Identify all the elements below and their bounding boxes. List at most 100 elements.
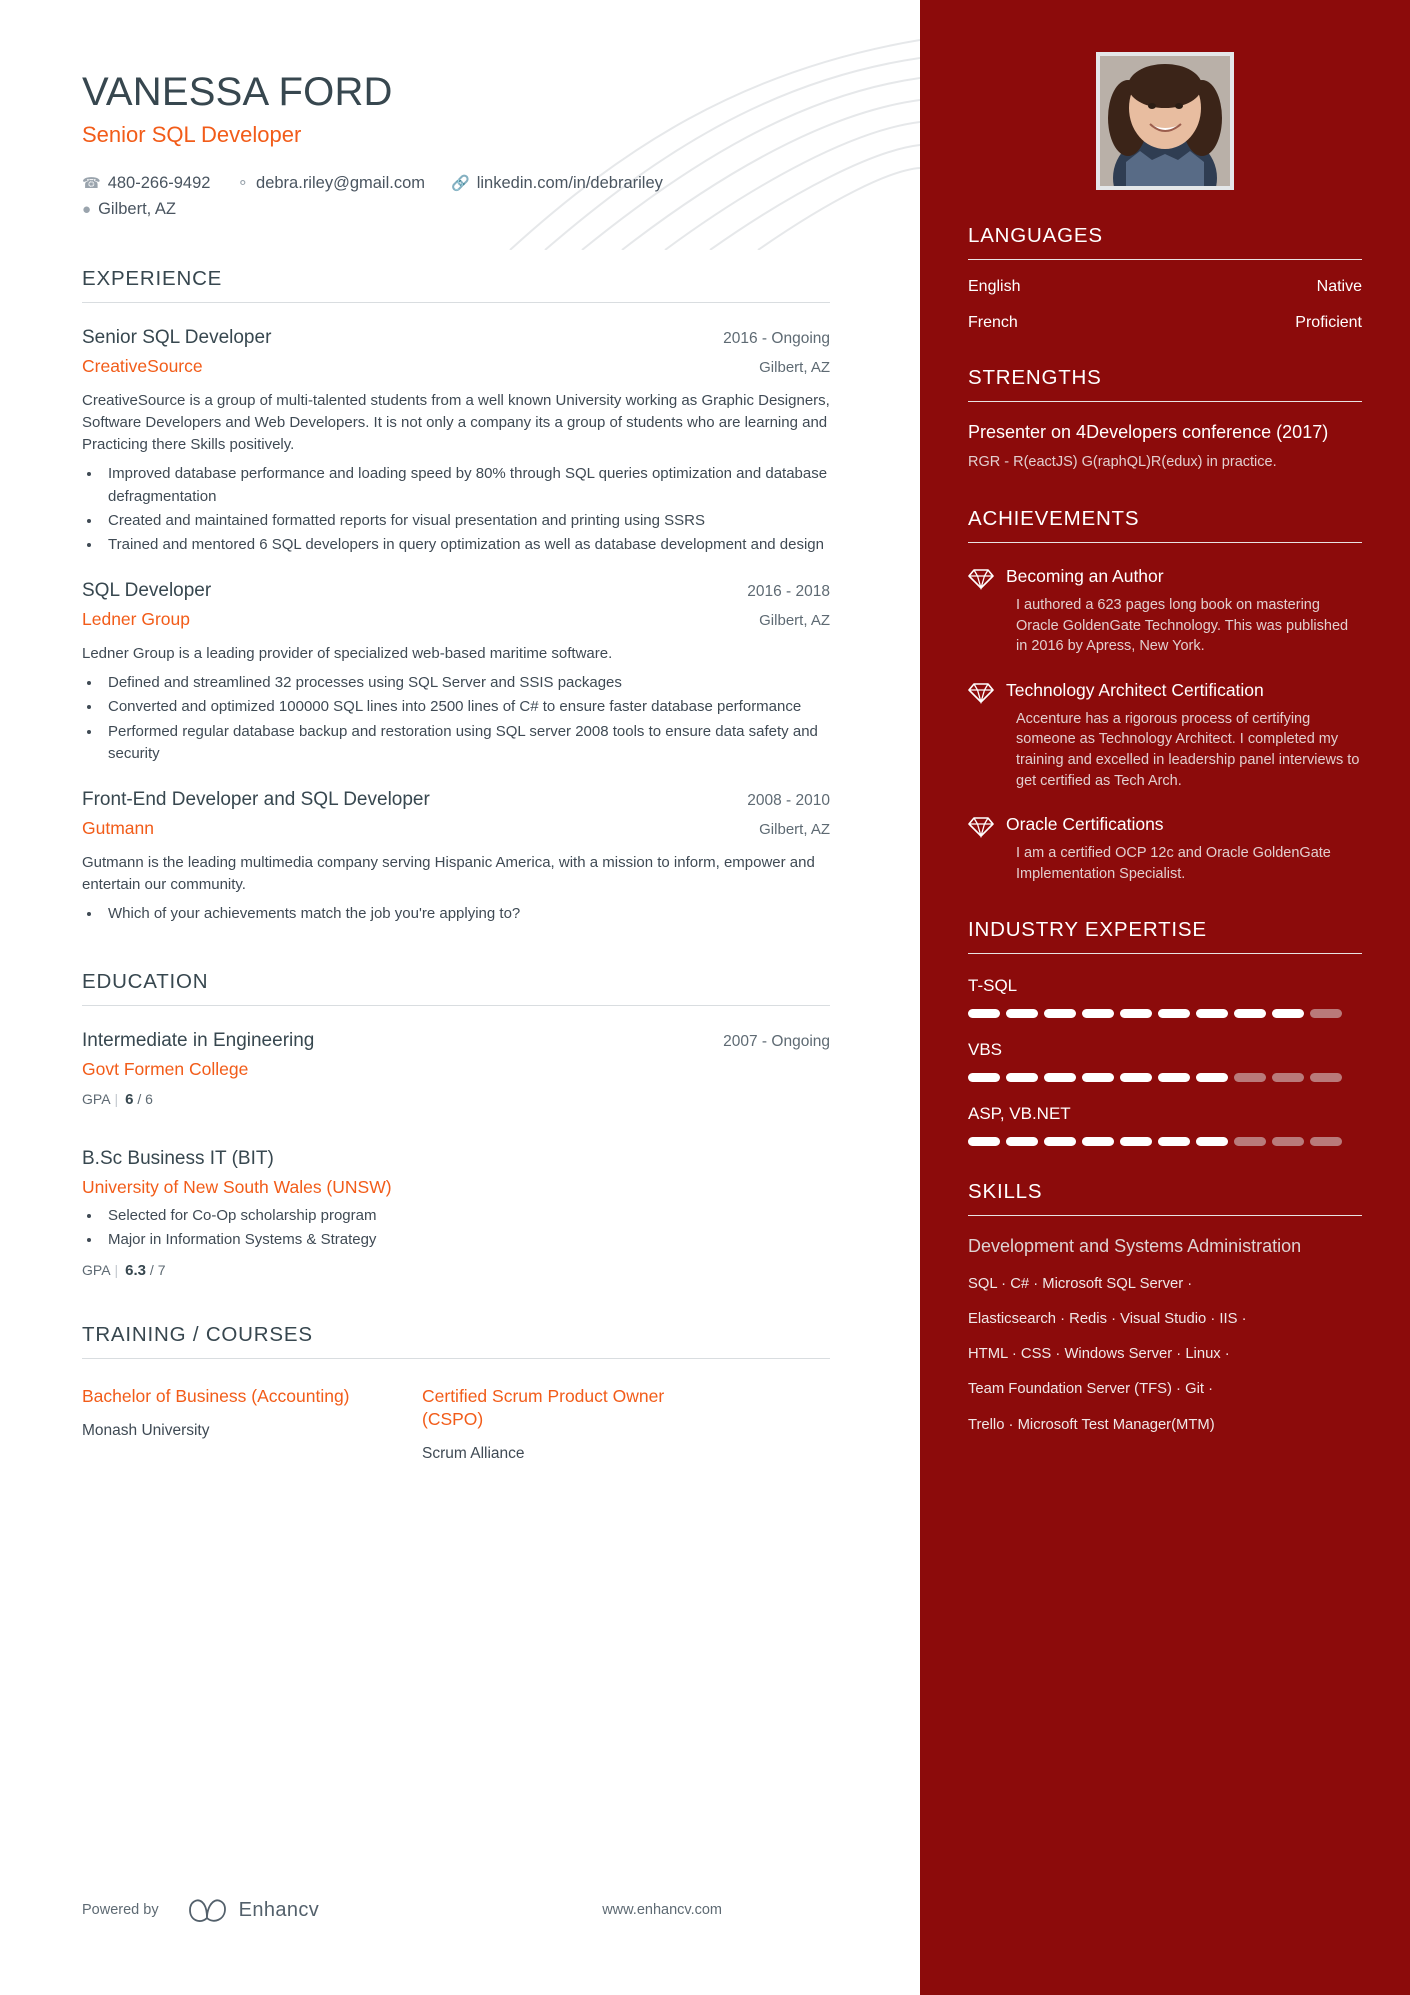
- list-item: Selected for Co-Op scholarship program: [102, 1205, 830, 1227]
- course-org: Monash University: [82, 1422, 210, 1440]
- rating-dash: [1082, 1009, 1114, 1019]
- phone-icon: ☎: [82, 175, 101, 192]
- skills-line: Team Foundation Server (TFS) · Git ·: [968, 1381, 1214, 1398]
- entry-date: 2016 - 2018: [747, 583, 830, 601]
- enhancv-logo: Enhancv: [187, 1897, 320, 1923]
- entry-company: Ledner Group: [82, 609, 190, 630]
- entry-bullets: Selected for Co-Op scholarship program M…: [82, 1205, 830, 1251]
- resume-page: VANESSA FORD Senior SQL Developer ☎ 480-…: [0, 0, 1410, 1995]
- page-footer: Powered by Enhancv www.enhancv.com: [82, 1897, 722, 1923]
- footer-url[interactable]: www.enhancv.com: [602, 1902, 722, 1918]
- diamond-icon: [968, 679, 1000, 791]
- diamond-icon: [968, 565, 1000, 657]
- rating-dash: [1006, 1073, 1038, 1083]
- skills-section: SKILLS Development and Systems Administr…: [968, 1180, 1362, 1435]
- expertise-item: ASP, VB.NET: [968, 1104, 1362, 1147]
- entry-location: Gilbert, AZ: [759, 358, 830, 376]
- gpa-value: GPA | 6.3 / 7: [82, 1261, 166, 1279]
- resume-sidebar: LANGUAGES English Native French Proficie…: [920, 0, 1410, 1995]
- rating-dash: [1044, 1073, 1076, 1083]
- entry-bullets: Defined and streamlined 32 processes usi…: [82, 672, 830, 765]
- rating-dash: [1158, 1137, 1190, 1147]
- education-entry: Intermediate in Engineering 2007 - Ongoi…: [82, 1030, 830, 1108]
- achievement-item: Becoming an Author I authored a 623 page…: [968, 565, 1362, 657]
- list-item: Improved database performance and loadin…: [102, 463, 830, 507]
- entry-bullets: Improved database performance and loadin…: [82, 463, 830, 556]
- education-entry: B.Sc Business IT (BIT) University of New…: [82, 1148, 830, 1279]
- skills-line: Trello · Microsoft Test Manager(MTM): [968, 1416, 1215, 1433]
- entry-location: Gilbert, AZ: [759, 612, 830, 630]
- list-item: Major in Information Systems & Strategy: [102, 1229, 830, 1251]
- rating-dash: [1120, 1137, 1152, 1147]
- education-heading: EDUCATION: [82, 970, 830, 1006]
- language-item: English Native: [968, 278, 1362, 296]
- entry-company: Gutmann: [82, 818, 154, 839]
- entry-degree: Intermediate in Engineering: [82, 1029, 315, 1051]
- achievement-description: I am a certified OCP 12c and Oracle Gold…: [1016, 845, 1331, 882]
- language-item: French Proficient: [968, 314, 1362, 332]
- experience-entry: Senior SQL Developer 2016 - Ongoing Crea…: [82, 327, 830, 556]
- expertise-name: VBS: [968, 1040, 1003, 1060]
- entry-school: Govt Formen College: [82, 1058, 249, 1079]
- experience-entry: SQL Developer 2016 - 2018 Ledner Group G…: [82, 580, 830, 765]
- list-item: Created and maintained formatted reports…: [102, 510, 830, 532]
- rating-dash: [1310, 1137, 1342, 1147]
- rating-dash: [1234, 1073, 1266, 1083]
- contact-linkedin[interactable]: 🔗 linkedin.com/in/debrariley: [451, 170, 663, 196]
- strength-item: Presenter on 4Developers conference (201…: [968, 421, 1362, 473]
- entry-role: SQL Developer: [82, 580, 212, 602]
- gpa-value: GPA | 6 / 6: [82, 1090, 153, 1108]
- course-item: Certified Scrum Product Owner (CSPO) Scr…: [422, 1385, 722, 1463]
- rating-dash: [1310, 1073, 1342, 1083]
- entry-description: CreativeSource is a group of multi-talen…: [82, 391, 830, 454]
- achievement-item: Oracle Certifications I am a certified O…: [968, 813, 1362, 884]
- entry-company: CreativeSource: [82, 355, 203, 376]
- contact-info: ☎ 480-266-9492 ⚬ debra.riley@gmail.com 🔗…: [82, 170, 830, 223]
- rating-dash: [1082, 1073, 1114, 1083]
- rating-dash: [1196, 1073, 1228, 1083]
- rating-dash: [1234, 1137, 1266, 1147]
- rating-dash: [1272, 1073, 1304, 1083]
- achievements-heading: ACHIEVEMENTS: [968, 507, 1362, 543]
- course-name: Certified Scrum Product Owner (CSPO): [422, 1385, 665, 1430]
- contact-phone[interactable]: ☎ 480-266-9492: [82, 170, 210, 196]
- rating-dash: [1044, 1137, 1076, 1147]
- entry-role: Senior SQL Developer: [82, 326, 272, 348]
- rating-dash: [1120, 1009, 1152, 1019]
- diamond-icon: [968, 813, 1000, 884]
- email-icon: ⚬: [236, 175, 250, 192]
- rating-dash: [1044, 1009, 1076, 1019]
- rating-dash: [1158, 1009, 1190, 1019]
- achievement-name: Technology Architect Certification: [1006, 679, 1264, 700]
- rating-dash: [1006, 1137, 1038, 1147]
- list-item: Trained and mentored 6 SQL developers in…: [102, 534, 830, 556]
- skills-line: Elasticsearch · Redis · Visual Studio · …: [968, 1310, 1247, 1327]
- training-heading: TRAINING / COURSES: [82, 1323, 830, 1359]
- language-name: English: [968, 278, 1021, 295]
- resume-main-column: VANESSA FORD Senior SQL Developer ☎ 480-…: [0, 0, 920, 1995]
- entry-date: 2008 - 2010: [747, 792, 830, 810]
- rating-dash: [1196, 1137, 1228, 1147]
- rating-dash: [1120, 1073, 1152, 1083]
- avatar-wrapper: [968, 0, 1362, 190]
- expertise-item: VBS: [968, 1040, 1362, 1083]
- industry-expertise-section: INDUSTRY EXPERTISE T-SQL VBS ASP, VB.NET: [968, 918, 1362, 1147]
- expertise-name: T-SQL: [968, 976, 1018, 996]
- job-title: Senior SQL Developer: [82, 122, 302, 147]
- expertise-item: T-SQL: [968, 976, 1362, 1019]
- contact-email[interactable]: ⚬ debra.riley@gmail.com: [236, 170, 425, 196]
- rating-dash: [1158, 1073, 1190, 1083]
- rating-dash: [968, 1073, 1000, 1083]
- language-name: French: [968, 314, 1018, 331]
- entry-date: 2016 - Ongoing: [723, 329, 830, 347]
- skills-group-name: Development and Systems Administration: [968, 1236, 1302, 1257]
- list-item: Defined and streamlined 32 processes usi…: [102, 672, 830, 694]
- training-section: TRAINING / COURSES Bachelor of Business …: [82, 1323, 830, 1463]
- strengths-section: STRENGTHS Presenter on 4Developers confe…: [968, 366, 1362, 473]
- languages-heading: LANGUAGES: [968, 224, 1362, 260]
- rating-dash: [968, 1137, 1000, 1147]
- list-item: Which of your achievements match the job…: [102, 903, 830, 925]
- language-level: Proficient: [1295, 314, 1362, 331]
- course-name: Bachelor of Business (Accounting): [82, 1385, 350, 1406]
- strength-description: RGR - R(eactJS) G(raphQL)R(edux) in prac…: [968, 454, 1277, 471]
